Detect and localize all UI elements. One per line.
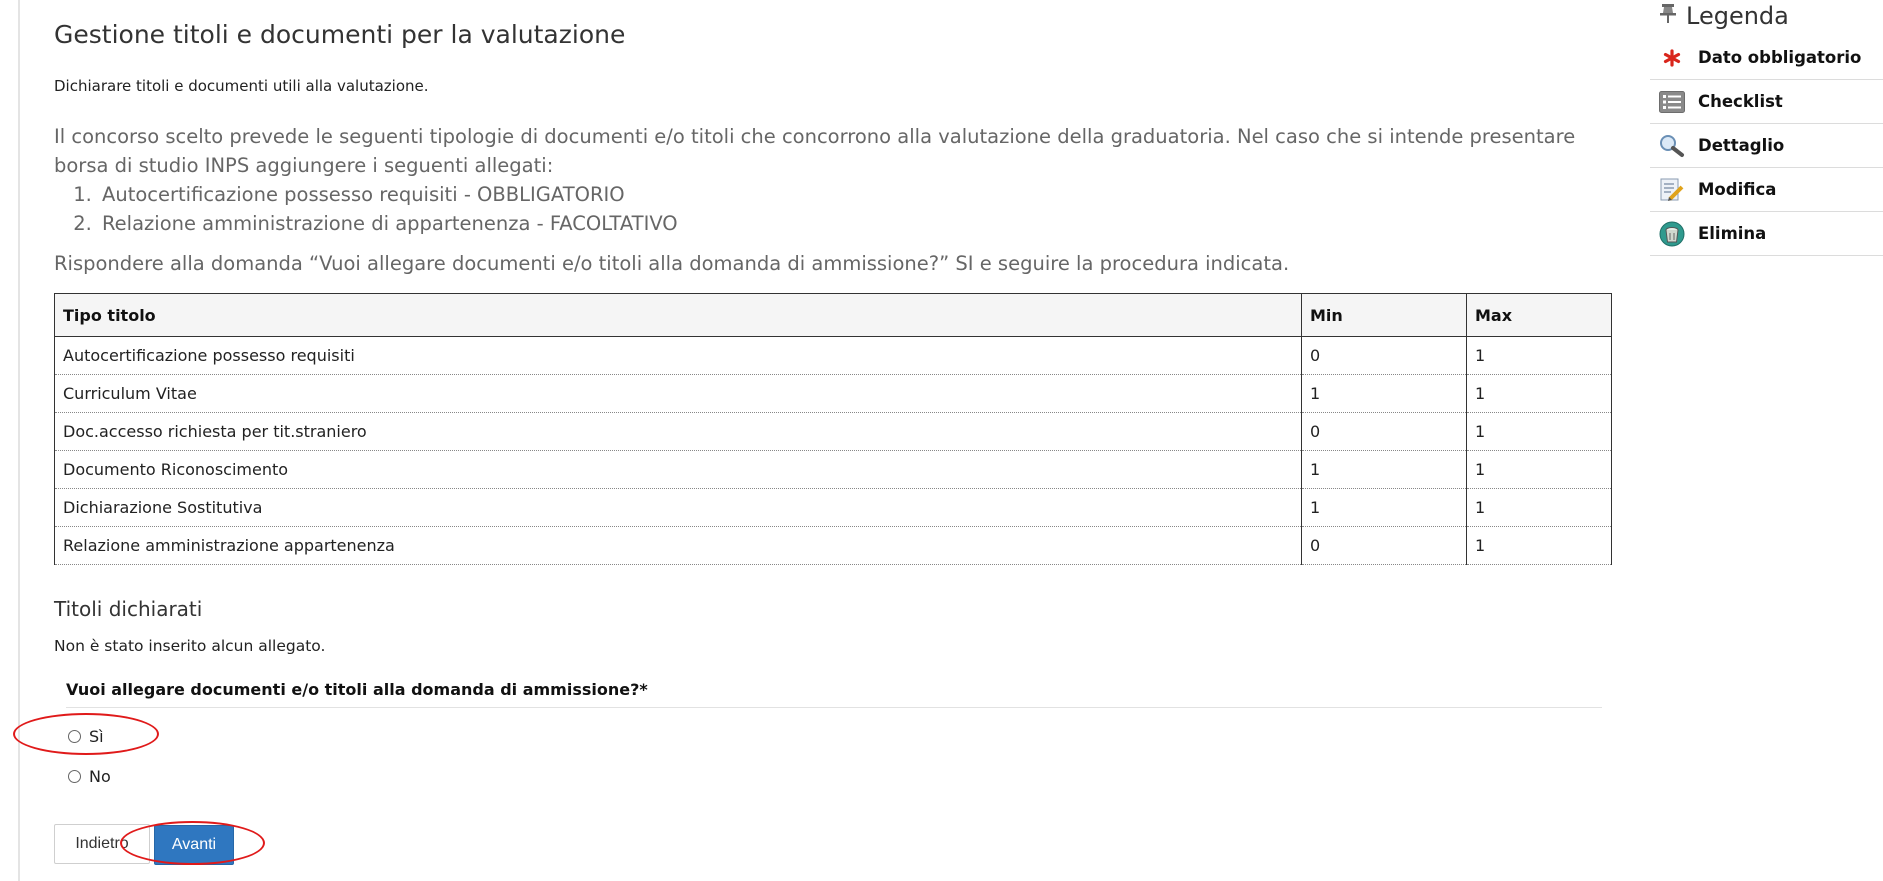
legend-label: Dettaglio — [1698, 136, 1785, 155]
no-attachment-text: Non è stato inserito alcun allegato. — [54, 637, 326, 655]
cell-max: 1 — [1466, 526, 1612, 565]
cell-max: 1 — [1466, 412, 1612, 451]
cell-min: 1 — [1301, 374, 1467, 413]
table-row: Autocertificazione possesso requisiti 0 … — [54, 336, 1612, 375]
cell-min: 0 — [1301, 412, 1467, 451]
declared-titles-heading: Titoli dichiarati — [54, 597, 203, 621]
info-list-item: Relazione amministrazione di appartenenz… — [98, 209, 1614, 238]
attach-question-label: Vuoi allegare documenti e/o titoli alla … — [66, 680, 1602, 708]
info-block: Il concorso scelto prevede le seguenti t… — [54, 122, 1614, 238]
cell-min: 1 — [1301, 488, 1467, 527]
legend-label: Modifica — [1698, 180, 1777, 199]
info-list-item: Autocertificazione possesso requisiti - … — [98, 180, 1614, 209]
legend-item-required: Dato obbligatorio — [1650, 36, 1883, 80]
table-row: Relazione amministrazione appartenenza 0… — [54, 526, 1612, 565]
legend-label: Elimina — [1698, 224, 1767, 243]
legend-item-edit: Modifica — [1650, 168, 1883, 212]
cell-tipo: Curriculum Vitae — [54, 374, 1302, 413]
left-border — [18, 0, 20, 881]
cell-tipo: Autocertificazione possesso requisiti — [54, 336, 1302, 375]
info-text: Il concorso scelto prevede le seguenti t… — [54, 125, 1576, 177]
page-title: Gestione titoli e documenti per la valut… — [54, 20, 626, 49]
cell-max: 1 — [1466, 336, 1612, 375]
cell-min: 0 — [1301, 336, 1467, 375]
cell-max: 1 — [1466, 488, 1612, 527]
cell-tipo: Doc.accesso richiesta per tit.straniero — [54, 412, 1302, 451]
asterisk-icon — [1658, 46, 1686, 70]
radio-si-circle[interactable] — [68, 730, 81, 743]
cell-tipo: Documento Riconoscimento — [54, 450, 1302, 489]
page-subtitle: Dichiarare titoli e documenti utili alla… — [54, 77, 429, 95]
header-tipo-titolo: Tipo titolo — [54, 293, 1302, 337]
radio-si-label: Sì — [89, 727, 104, 746]
pin-icon — [1658, 2, 1678, 30]
legend-item-delete: Elimina — [1650, 212, 1883, 256]
legend-item-detail: Dettaglio — [1650, 124, 1883, 168]
info-list: Autocertificazione possesso requisiti - … — [54, 180, 1614, 238]
instruction-text: Rispondere alla domanda “Vuoi allegare d… — [54, 252, 1290, 275]
header-min: Min — [1301, 293, 1467, 337]
header-max: Max — [1466, 293, 1612, 337]
radio-option-si[interactable]: Sì — [68, 727, 104, 746]
edit-icon — [1658, 178, 1686, 202]
table-row: Doc.accesso richiesta per tit.straniero … — [54, 412, 1612, 451]
back-button[interactable]: Indietro — [54, 824, 150, 864]
radio-no-circle[interactable] — [68, 770, 81, 783]
magnifier-icon — [1658, 134, 1686, 158]
title-types-table: Tipo titolo Min Max Autocertificazione p… — [54, 293, 1612, 565]
cell-max: 1 — [1466, 374, 1612, 413]
cell-tipo: Dichiarazione Sostitutiva — [54, 488, 1302, 527]
checklist-icon — [1658, 90, 1686, 114]
legend-label: Checklist — [1698, 92, 1783, 111]
cell-min: 0 — [1301, 526, 1467, 565]
table-row: Documento Riconoscimento 1 1 — [54, 450, 1612, 489]
legend-item-checklist: Checklist — [1650, 80, 1883, 124]
table-row: Dichiarazione Sostitutiva 1 1 — [54, 488, 1612, 527]
cell-tipo: Relazione amministrazione appartenenza — [54, 526, 1302, 565]
next-button[interactable]: Avanti — [154, 825, 234, 865]
cell-min: 1 — [1301, 450, 1467, 489]
radio-option-no[interactable]: No — [68, 767, 111, 786]
legend-title: Legenda — [1658, 2, 1789, 30]
legend-label: Dato obbligatorio — [1698, 48, 1862, 67]
legend-title-text: Legenda — [1686, 2, 1789, 30]
cell-max: 1 — [1466, 450, 1612, 489]
trash-icon — [1658, 221, 1686, 246]
table-header-row: Tipo titolo Min Max — [54, 293, 1612, 337]
radio-no-label: No — [89, 767, 111, 786]
table-row: Curriculum Vitae 1 1 — [54, 374, 1612, 413]
